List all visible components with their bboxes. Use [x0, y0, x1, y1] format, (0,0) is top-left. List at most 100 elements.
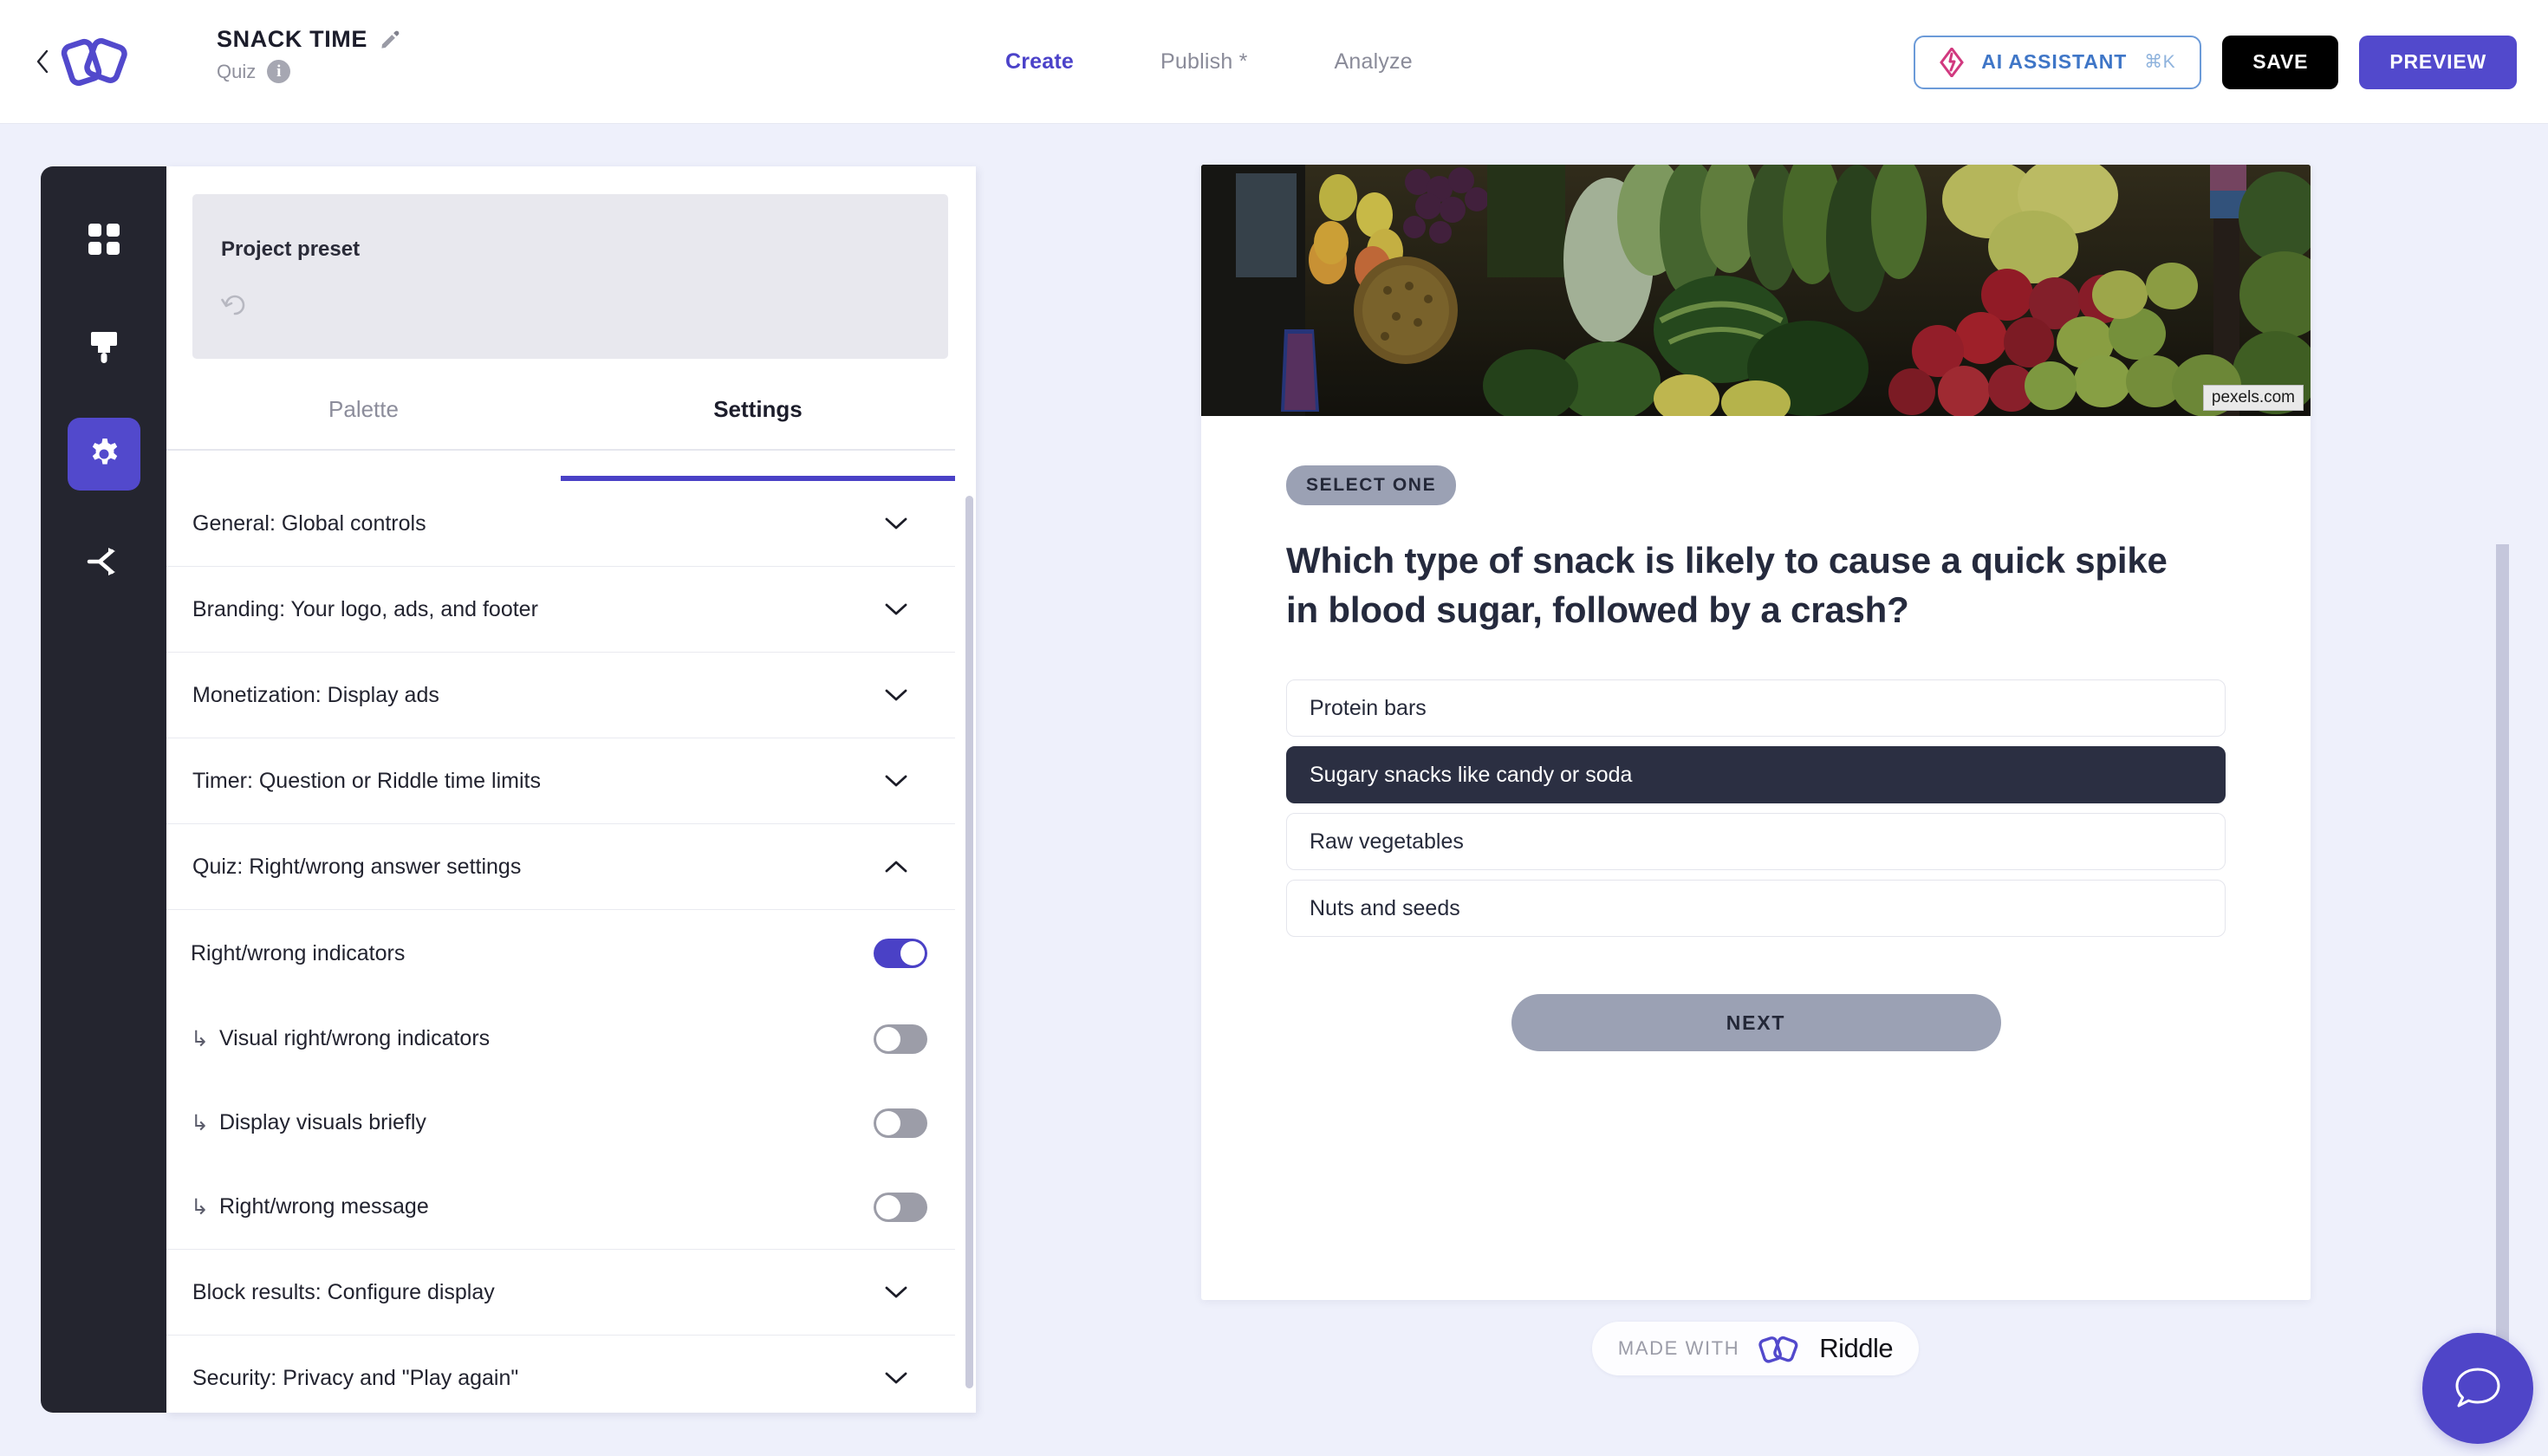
toggle-knob [876, 1194, 900, 1219]
ai-assistant-shortcut: ⌘K [2144, 52, 2176, 72]
made-with-label: MADE WITH [1617, 1337, 1740, 1359]
main-scrollbar[interactable] [2496, 544, 2509, 1376]
chevron-left-icon [36, 49, 49, 74]
answer-option[interactable]: Nuts and seeds [1286, 880, 2226, 938]
paintbrush-icon [90, 332, 117, 363]
answer-option[interactable]: Raw vegetables [1286, 813, 2226, 871]
answer-option[interactable]: Protein bars [1286, 679, 2226, 738]
hero-image-graphic [1201, 165, 2311, 416]
chevron-down-icon [885, 1286, 907, 1298]
accordion-security[interactable]: Security: Privacy and "Play again" [166, 1336, 955, 1413]
chat-support-button[interactable] [2422, 1333, 2533, 1444]
nav-tab-create[interactable]: Create [1005, 49, 1074, 75]
ai-assistant-label: AI ASSISTANT [1981, 50, 2128, 73]
setting-label: Right/wrong indicators [191, 940, 406, 965]
toggle-display-visuals-briefly[interactable] [874, 1108, 927, 1138]
accordion-quiz[interactable]: Quiz: Right/wrong answer settings [166, 824, 955, 910]
top-bar: SNACK TIME Quiz i Create Publish * Analy… [0, 0, 2548, 124]
nested-arrow-icon: ↳ [191, 1110, 209, 1135]
question-body: SELECT ONE Which type of snack is likely… [1201, 416, 2311, 1052]
question-text: Which type of snack is likely to cause a… [1286, 540, 2168, 630]
made-with-riddle-badge[interactable]: MADE WITH Riddle [1592, 1322, 1919, 1375]
riddle-logo-icon [61, 38, 127, 87]
image-credit[interactable]: pexels.com [2202, 385, 2304, 411]
nav-tab-analyze[interactable]: Analyze [1335, 49, 1413, 75]
chat-bubble-icon [2455, 1368, 2500, 1407]
accordion-general[interactable]: General: Global controls [166, 481, 955, 567]
ai-assistant-button[interactable]: AI ASSISTANT ⌘K [1914, 35, 2202, 89]
next-button[interactable]: NEXT [1511, 994, 2001, 1052]
accordion-label: Quiz: Right/wrong answer settings [192, 854, 522, 879]
accordion-branding[interactable]: Branding: Your logo, ads, and footer [166, 567, 955, 653]
chevron-down-icon [885, 603, 907, 615]
toggle-right-wrong-indicators[interactable] [874, 939, 927, 968]
rail-item-settings[interactable] [67, 418, 140, 491]
nested-arrow-icon: ↳ [191, 1026, 209, 1051]
hero-image: pexels.com [1201, 165, 2311, 416]
settings-panel: Project preset Palette Settings General:… [166, 166, 976, 1413]
setting-label-wrap: ↳ Visual right/wrong indicators [191, 1026, 490, 1052]
setting-display-visuals-briefly[interactable]: ↳ Display visuals briefly [166, 1081, 955, 1165]
gear-icon [92, 439, 117, 465]
chevron-down-icon [885, 775, 907, 787]
project-type-label: Quiz [217, 60, 257, 82]
save-button[interactable]: SAVE [2222, 35, 2339, 89]
panel-tabs: Palette Settings [166, 396, 955, 451]
chevron-up-icon [885, 861, 907, 873]
setting-right-wrong-message[interactable]: ↳ Right/wrong message [166, 1165, 955, 1249]
toggle-knob [876, 1110, 900, 1135]
info-icon[interactable]: i [267, 60, 291, 83]
accordion-label: Timer: Question or Riddle time limits [192, 768, 541, 793]
setting-label: Visual right/wrong indicators [218, 1026, 491, 1050]
accordion-timer[interactable]: Timer: Question or Riddle time limits [166, 738, 955, 824]
answer-option-selected[interactable]: Sugary snacks like candy or soda [1286, 746, 2226, 804]
chevron-down-icon [885, 689, 907, 701]
main-nav: Create Publish * Analyze [1005, 0, 1413, 124]
nav-tab-publish[interactable]: Publish * [1160, 49, 1247, 75]
accordion-label: Branding: Your logo, ads, and footer [192, 596, 538, 621]
riddle-logo[interactable] [61, 31, 133, 94]
back-button[interactable] [29, 43, 55, 80]
header-actions: AI ASSISTANT ⌘K SAVE PREVIEW [1914, 0, 2517, 124]
preview-button[interactable]: PREVIEW [2359, 35, 2517, 89]
project-preset-label: Project preset [221, 237, 361, 261]
tab-palette[interactable]: Palette [166, 396, 561, 449]
grid-icon [88, 224, 120, 255]
ai-diamond-icon [1940, 47, 1965, 77]
setting-label: Display visuals briefly [218, 1110, 426, 1134]
tab-settings[interactable]: Settings [561, 396, 955, 449]
rail-item-blocks[interactable] [68, 203, 140, 276]
page-title: SNACK TIME [217, 26, 367, 52]
next-button-wrap: NEXT [1286, 994, 2226, 1052]
rail-item-share[interactable] [68, 525, 140, 598]
accordion-label: Block results: Configure display [192, 1279, 495, 1304]
accordion-label: General: Global controls [192, 510, 426, 536]
riddle-logo-icon [1758, 1336, 1798, 1363]
share-icon [87, 548, 115, 575]
settings-accordion-list: General: Global controls Branding: Your … [166, 481, 955, 1413]
nested-arrow-icon: ↳ [191, 1194, 209, 1219]
answer-list: Protein bars Sugary snacks like candy or… [1286, 679, 2226, 938]
accordion-block-results[interactable]: Block results: Configure display [166, 1250, 955, 1336]
project-preset-card[interactable]: Project preset [192, 194, 948, 359]
status-badge: SELECT ONE [1286, 465, 1457, 505]
panel-scrollbar[interactable] [965, 496, 973, 1388]
undo-icon[interactable] [220, 289, 250, 319]
project-title-block: SNACK TIME Quiz i [217, 26, 400, 83]
setting-visual-indicators[interactable]: ↳ Visual right/wrong indicators [166, 997, 955, 1081]
accordion-label: Security: Privacy and "Play again" [192, 1365, 519, 1390]
toggle-right-wrong-message[interactable] [874, 1192, 927, 1222]
made-with-brand: Riddle [1819, 1333, 1894, 1363]
toggle-knob [876, 1026, 900, 1051]
toggle-knob [900, 941, 925, 965]
setting-right-wrong-indicators[interactable]: Right/wrong indicators [166, 910, 955, 997]
accordion-monetization[interactable]: Monetization: Display ads [166, 653, 955, 738]
setting-label-wrap: ↳ Right/wrong message [191, 1194, 429, 1220]
toggle-visual-indicators[interactable] [874, 1024, 927, 1054]
pencil-icon[interactable] [380, 29, 400, 50]
chevron-down-icon [885, 1372, 907, 1384]
rail-item-design[interactable] [68, 310, 140, 383]
setting-label-wrap: ↳ Display visuals briefly [191, 1110, 426, 1136]
setting-label: Right/wrong message [218, 1194, 429, 1219]
chevron-down-icon [885, 517, 907, 530]
